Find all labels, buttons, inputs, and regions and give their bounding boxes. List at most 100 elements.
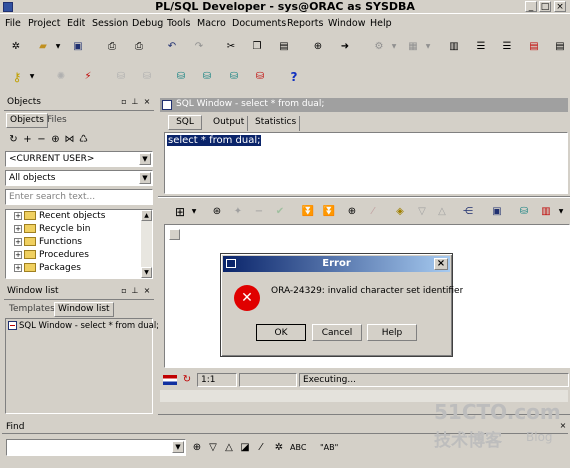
paste-icon[interactable]: ▤ <box>276 39 292 55</box>
menu-macro[interactable]: Macro <box>197 18 226 29</box>
chart-icon[interactable]: ▥ <box>538 204 554 220</box>
remove-icon[interactable]: − <box>37 134 46 144</box>
describe-icon[interactable]: ▥ <box>446 39 462 55</box>
tree-scrollbar[interactable]: ▲ ▼ <box>141 210 152 278</box>
sql-editor[interactable]: select * from dual; <box>164 132 568 194</box>
template-icon[interactable]: ▦ <box>405 39 421 55</box>
post-changes-icon[interactable]: ✔ <box>272 204 288 220</box>
expand-icon[interactable]: + <box>14 250 22 259</box>
panel-close-icon[interactable]: × <box>142 286 152 296</box>
db-connect-icon[interactable]: ⛁ <box>173 69 189 85</box>
find-icon[interactable]: ⊕ <box>310 39 326 55</box>
unindent-icon[interactable]: ☰ <box>499 39 515 55</box>
commit-icon[interactable]: ⛁ <box>113 69 129 85</box>
panel-restore-icon[interactable]: ▫ <box>119 286 129 296</box>
find-object-icon[interactable]: ⊕ <box>51 134 60 144</box>
expand-icon[interactable]: + <box>14 211 22 220</box>
menu-documents[interactable]: Documents <box>232 18 286 29</box>
export-icon[interactable]: ▤ <box>526 39 542 55</box>
db-sessions-icon[interactable]: ⛁ <box>199 69 215 85</box>
new-object-icon[interactable]: ↻ <box>9 134 18 144</box>
find-next-icon[interactable]: ➜ <box>337 39 353 55</box>
expand-icon[interactable]: + <box>14 237 22 246</box>
db-sync-icon[interactable]: ⛁ <box>226 69 242 85</box>
compile-icon[interactable]: ✺ <box>53 69 69 85</box>
tree-item-procedures[interactable]: + Procedures <box>14 249 89 262</box>
scroll-up-icon[interactable]: ▲ <box>141 210 152 221</box>
menu-reports[interactable]: Reports <box>287 18 323 29</box>
execute-icon[interactable]: ⚙ <box>371 39 387 55</box>
tree-item-recycle-bin[interactable]: + Recycle bin <box>14 223 90 236</box>
menu-debug[interactable]: Debug <box>132 18 163 29</box>
new-icon[interactable]: ✲ <box>8 39 24 55</box>
undo-icon[interactable]: ↶ <box>164 39 180 55</box>
maximize-button[interactable]: □ <box>539 1 551 12</box>
lock-icon[interactable]: ⊛ <box>209 204 225 220</box>
panel-restore-icon[interactable]: ▫ <box>119 97 129 107</box>
print-preview-icon[interactable]: ⎙ <box>131 39 147 55</box>
dialog-close-button[interactable]: × <box>434 258 448 270</box>
close-button[interactable]: × <box>554 1 566 12</box>
find-input[interactable]: ▼ <box>6 439 186 456</box>
tree-item-functions[interactable]: + Functions <box>14 236 82 249</box>
find-search-icon[interactable]: ⊕ <box>190 441 204 455</box>
scroll-down-icon[interactable]: ▼ <box>141 267 152 278</box>
cancel-button[interactable]: Cancel <box>312 324 362 341</box>
menu-session[interactable]: Session <box>92 18 128 29</box>
tab-statistics[interactable]: Statistics <box>252 116 301 131</box>
redo-icon[interactable]: ↷ <box>191 39 207 55</box>
panel-close-icon[interactable]: × <box>142 97 152 107</box>
grid-dropdown-icon[interactable]: ▼ <box>190 204 198 220</box>
find-up-icon[interactable]: △ <box>222 441 236 455</box>
grid-icon[interactable]: ⊞ <box>172 204 188 220</box>
indent-icon[interactable]: ☰ <box>473 39 489 55</box>
menu-project[interactable]: Project <box>28 18 61 29</box>
expand-icon[interactable]: + <box>14 224 22 233</box>
copy-icon[interactable]: ❐ <box>249 39 265 55</box>
menu-help[interactable]: Help <box>370 18 392 29</box>
tab-templates[interactable]: Templates <box>6 303 58 318</box>
close-window-icon[interactable]: ▤ <box>552 39 568 55</box>
open-dropdown-icon[interactable]: ▼ <box>54 39 62 55</box>
find-clear-icon[interactable]: ⁄ <box>254 441 268 455</box>
prev-row-icon[interactable]: ▽ <box>414 204 430 220</box>
clear-icon[interactable]: ⁄ <box>365 204 381 220</box>
db-disconnect-icon[interactable]: ⛁ <box>252 69 268 85</box>
query-by-example-icon[interactable]: ⊕ <box>344 204 360 220</box>
tab-files[interactable]: Files <box>44 114 70 129</box>
panel-pin-icon[interactable]: ⊥ <box>130 286 140 296</box>
tab-output[interactable]: Output <box>210 116 249 131</box>
find-case-icon[interactable]: ✲ <box>272 441 286 455</box>
execute-dropdown-icon[interactable]: ▼ <box>390 39 398 55</box>
fetch-last-icon[interactable]: ⏬ <box>321 204 337 220</box>
break-icon[interactable]: ⚡ <box>80 69 96 85</box>
menu-window[interactable]: Window <box>328 18 365 29</box>
ok-button[interactable]: OK <box>256 324 306 341</box>
menu-file[interactable]: File <box>5 18 21 29</box>
add-icon[interactable]: + <box>23 134 32 144</box>
minimize-button[interactable]: _ <box>525 1 537 12</box>
find-highlight-icon[interactable]: ◪ <box>238 441 252 455</box>
fetch-next-icon[interactable]: ⏬ <box>300 204 316 220</box>
search-input[interactable]: Enter search text... <box>5 189 153 205</box>
menu-edit[interactable]: Edit <box>67 18 85 29</box>
save-icon[interactable]: ▣ <box>70 39 86 55</box>
tree-item-recent-objects[interactable]: + Recent objects <box>14 210 105 223</box>
cut-icon[interactable]: ✂ <box>223 39 239 55</box>
print-icon[interactable]: ⎙ <box>104 39 120 55</box>
sql-query[interactable]: select * from dual; <box>167 135 262 146</box>
tab-window-list[interactable]: Window list <box>54 302 114 317</box>
delete-record-icon[interactable]: − <box>251 204 267 220</box>
insert-record-icon[interactable]: ✦ <box>230 204 246 220</box>
help-icon[interactable]: ? <box>286 69 302 85</box>
menu-tools[interactable]: Tools <box>167 18 190 29</box>
user-combo[interactable]: <CURRENT USER> ▼ <box>5 151 153 167</box>
list-item[interactable]: SQL Window - select * from dual; <box>8 321 159 333</box>
expand-icon[interactable]: + <box>14 263 22 272</box>
find-match-case-toggle[interactable]: ABC <box>290 443 306 452</box>
filter-icon[interactable]: ⋈ <box>65 134 75 144</box>
rollback-icon[interactable]: ⛁ <box>139 69 155 85</box>
save-results-icon[interactable]: ▣ <box>489 204 505 220</box>
open-icon[interactable]: ▰ <box>35 39 51 55</box>
next-row-icon[interactable]: △ <box>434 204 450 220</box>
